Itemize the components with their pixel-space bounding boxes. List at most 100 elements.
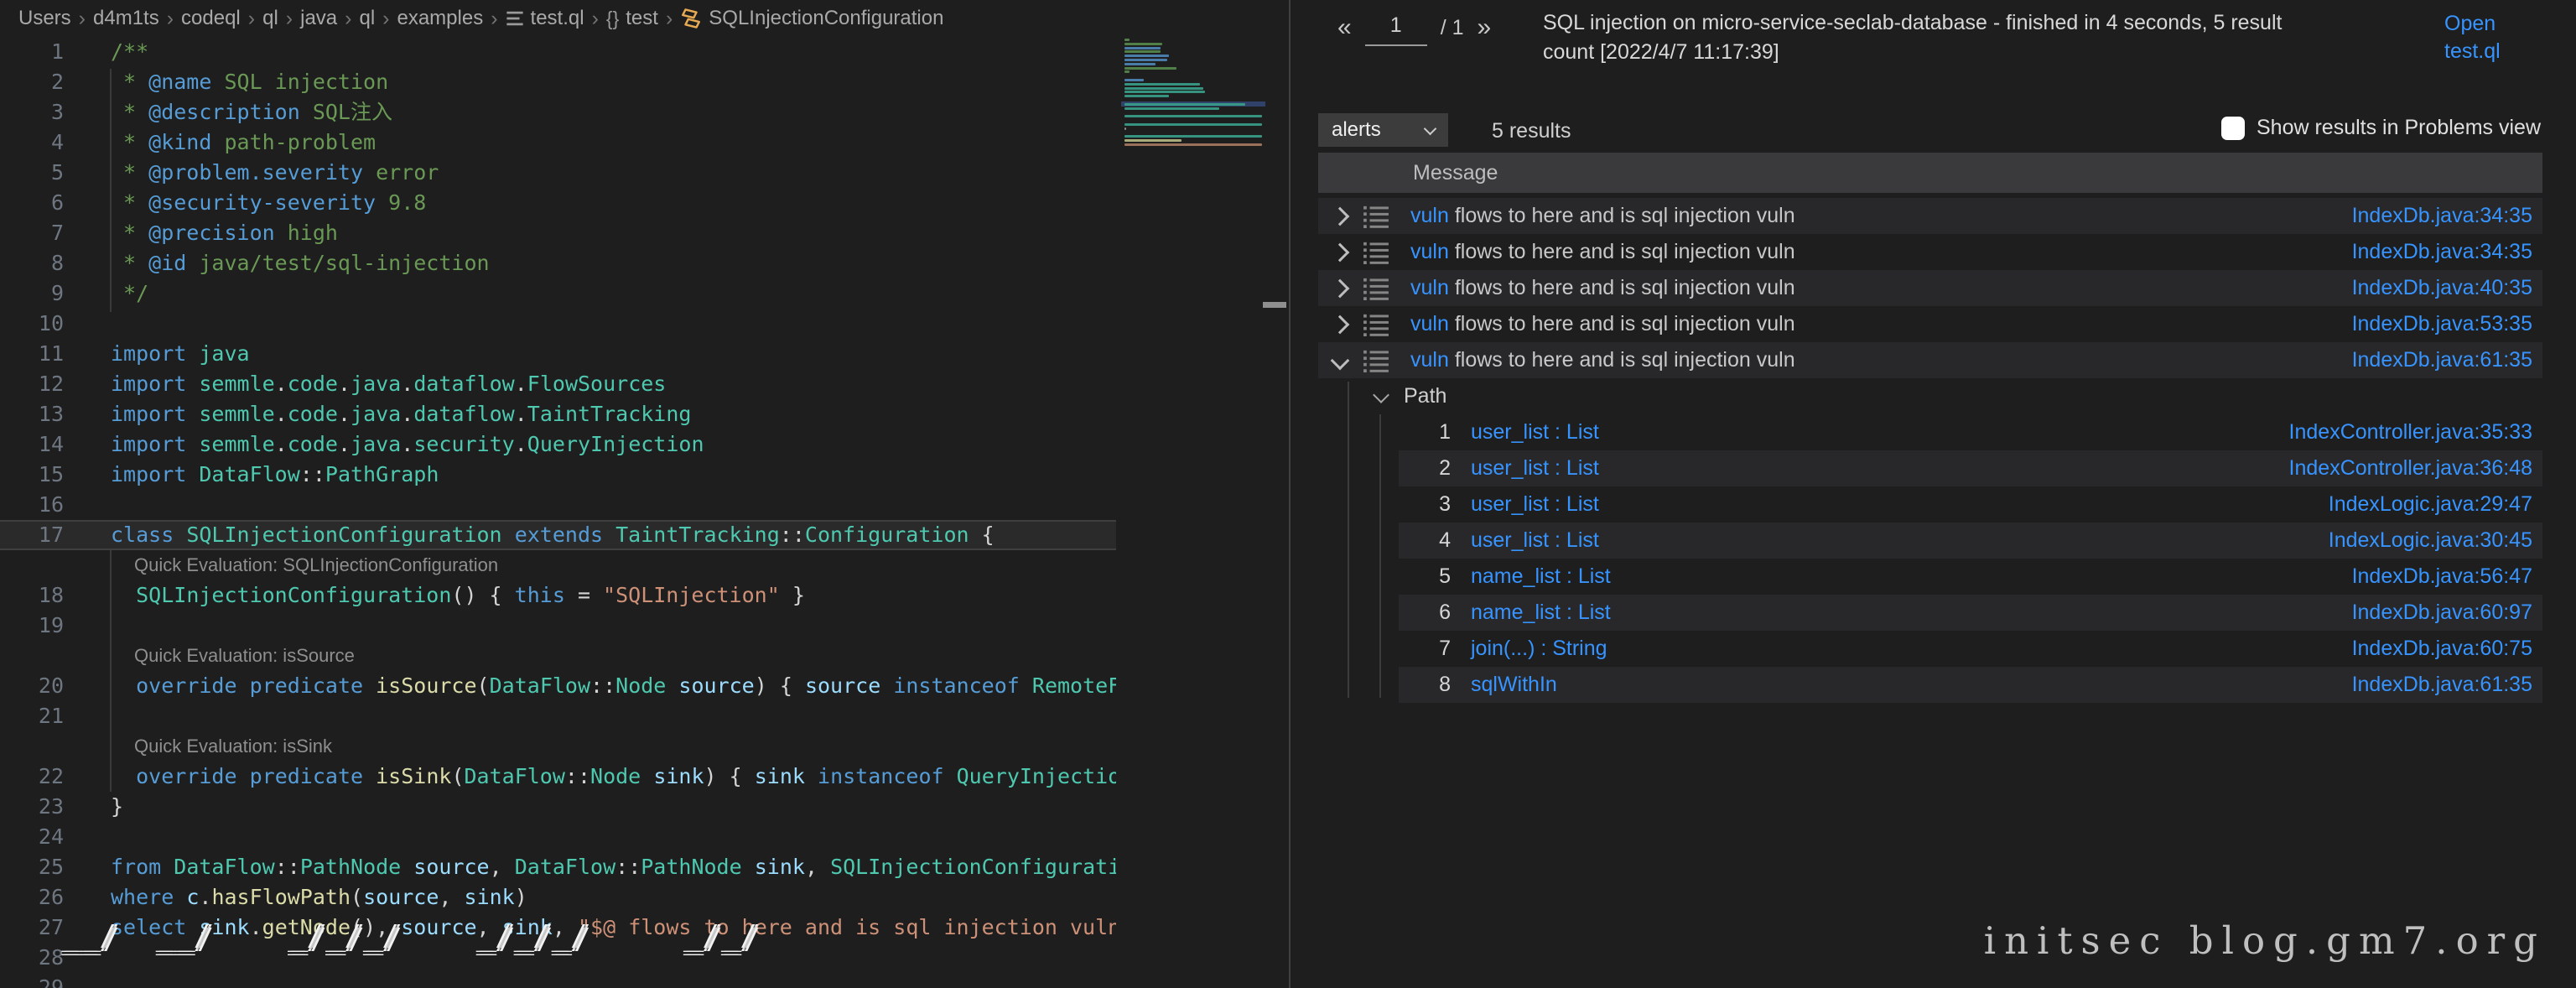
chevron-right-icon[interactable] (1328, 282, 1352, 295)
file-location-link[interactable]: IndexDb.java:34:35 (2352, 204, 2532, 228)
file-location-link[interactable]: IndexDb.java:61:35 (2352, 348, 2532, 372)
code-line-3[interactable]: 3 * @description SQL注入 (0, 97, 1116, 127)
code-line-16[interactable]: 16 (0, 490, 1116, 520)
quick-evaluation-lens[interactable]: Quick Evaluation: isSink (0, 731, 1116, 762)
step-text[interactable]: user_list : List (1471, 528, 1599, 553)
code-line-21[interactable]: 21 (0, 701, 1116, 731)
minimap[interactable] (1121, 37, 1265, 988)
code-line-27[interactable]: 27select sink.getNode(), source, sink, "… (0, 913, 1116, 943)
step-text[interactable]: user_list : List (1471, 420, 1599, 445)
path-step-row[interactable]: 3user_list : ListIndexLogic.java:29:47 (1399, 486, 2542, 523)
alert-row[interactable]: vuln flows to here and is sql injection … (1318, 342, 2542, 378)
quick-evaluation-lens[interactable]: Quick Evaluation: isSource (0, 641, 1116, 671)
step-text[interactable]: user_list : List (1471, 456, 1599, 481)
code-line-13[interactable]: 13import semmle.code.java.dataflow.Taint… (0, 399, 1116, 429)
breadcrumb-item-ql[interactable]: ql (262, 7, 278, 30)
code-text: import semmle.code.java.dataflow.TaintTr… (111, 399, 691, 429)
file-location-link[interactable]: IndexDb.java:40:35 (2352, 276, 2532, 300)
problems-view-checkbox[interactable] (2221, 117, 2245, 140)
step-location-link[interactable]: IndexDb.java:60:97 (2352, 601, 2532, 625)
step-text[interactable]: name_list : List (1471, 601, 1611, 625)
code-line-24[interactable]: 24 (0, 822, 1116, 852)
code-line-7[interactable]: 7 * @precision high (0, 218, 1116, 248)
breadcrumb-item-java[interactable]: java (300, 7, 337, 30)
breadcrumb-separator: › (345, 7, 351, 31)
alert-message: vuln flows to here and is sql injection … (1410, 240, 1795, 264)
step-location-link[interactable]: IndexDb.java:61:35 (2352, 673, 2532, 697)
step-text[interactable]: name_list : List (1471, 564, 1611, 589)
step-text[interactable]: sqlWithIn (1471, 673, 1557, 697)
code-text: * @precision high (111, 218, 338, 248)
alert-row[interactable]: vuln flows to here and is sql injection … (1318, 306, 2542, 342)
code-line-17[interactable]: 17class SQLInjectionConfiguration extend… (0, 520, 1116, 550)
code-line-20[interactable]: 20 override predicate isSource(DataFlow:… (0, 671, 1116, 701)
first-page-button[interactable]: « (1337, 13, 1352, 42)
code-line-12[interactable]: 12import semmle.code.java.dataflow.FlowS… (0, 369, 1116, 399)
step-text[interactable]: join(...) : String (1471, 637, 1607, 661)
quick-evaluation-lens[interactable]: Quick Evaluation: SQLInjectionConfigurat… (0, 550, 1116, 580)
code-line-4[interactable]: 4 * @kind path-problem (0, 127, 1116, 158)
file-location-link[interactable]: IndexDb.java:34:35 (2352, 240, 2532, 264)
path-step-row[interactable]: 7join(...) : StringIndexDb.java:60:75 (1399, 631, 2542, 667)
last-page-button[interactable]: » (1477, 13, 1491, 42)
code-line-29[interactable]: 29 (0, 973, 1116, 988)
code-line-11[interactable]: 11import java (0, 339, 1116, 369)
breadcrumb-item-users[interactable]: Users (18, 7, 71, 30)
code-line-1[interactable]: 1/** (0, 37, 1116, 67)
chevron-down-icon[interactable] (1328, 354, 1352, 367)
breadcrumb-item-codeql[interactable]: codeql (181, 7, 241, 30)
breadcrumb-item-ql[interactable]: ql (359, 7, 375, 30)
chevron-right-icon[interactable] (1328, 210, 1352, 223)
code-line-18[interactable]: 18 SQLInjectionConfiguration() { this = … (0, 580, 1116, 611)
breadcrumb-item-sqlinjectionconfiguration[interactable]: SQLInjectionConfiguration (680, 7, 943, 30)
code-line-8[interactable]: 8 * @id java/test/sql-injection (0, 248, 1116, 278)
code-line-9[interactable]: 9 */ (0, 278, 1116, 309)
step-location-link[interactable]: IndexDb.java:60:75 (2352, 637, 2532, 661)
path-step-row[interactable]: 8sqlWithInIndexDb.java:61:35 (1399, 667, 2542, 703)
step-location-link[interactable]: IndexController.java:36:48 (2289, 456, 2532, 481)
step-text[interactable]: user_list : List (1471, 492, 1599, 517)
code-text: * @name SQL injection (111, 67, 388, 97)
breadcrumb-item-d4m1ts[interactable]: d4m1ts (93, 7, 159, 30)
scrollbar-thumb[interactable] (1263, 302, 1286, 308)
step-location-link[interactable]: IndexLogic.java:29:47 (2329, 492, 2532, 517)
breadcrumb-item-test.ql[interactable]: test.ql (506, 7, 584, 30)
page-number-input[interactable] (1365, 13, 1427, 46)
breadcrumb-label: examples (397, 7, 483, 30)
code-area[interactable]: 1/**2 * @name SQL injection3 * @descript… (0, 37, 1116, 988)
code-line-22[interactable]: 22 override predicate isSink(DataFlow::N… (0, 762, 1116, 792)
code-line-6[interactable]: 6 * @security-severity 9.8 (0, 188, 1116, 218)
code-line-15[interactable]: 15import DataFlow::PathGraph (0, 460, 1116, 490)
alert-row[interactable]: vuln flows to here and is sql injection … (1318, 234, 2542, 270)
code-line-26[interactable]: 26where c.hasFlowPath(source, sink) (0, 882, 1116, 913)
path-step-row[interactable]: 6name_list : ListIndexDb.java:60:97 (1399, 595, 2542, 631)
line-number: 22 (0, 762, 64, 792)
code-line-10[interactable]: 10 (0, 309, 1116, 339)
problems-view-toggle[interactable]: Show results in Problems view (2221, 116, 2541, 140)
breadcrumb-item-test[interactable]: {}test (606, 7, 658, 30)
step-location-link[interactable]: IndexController.java:35:33 (2289, 420, 2532, 445)
code-line-2[interactable]: 2 * @name SQL injection (0, 67, 1116, 97)
path-section-header[interactable]: Path (1318, 378, 2542, 414)
path-step-row[interactable]: 2user_list : ListIndexController.java:36… (1399, 450, 2542, 486)
path-step-row[interactable]: 5name_list : ListIndexDb.java:56:47 (1399, 559, 2542, 595)
code-line-23[interactable]: 23} (0, 792, 1116, 822)
open-query-link[interactable]: Open test.ql (2444, 10, 2545, 65)
file-location-link[interactable]: IndexDb.java:53:35 (2352, 312, 2532, 336)
step-location-link[interactable]: IndexDb.java:56:47 (2352, 564, 2532, 589)
path-step-row[interactable]: 4user_list : ListIndexLogic.java:30:45 (1399, 523, 2542, 559)
alert-row[interactable]: vuln flows to here and is sql injection … (1318, 198, 2542, 234)
alert-row[interactable]: vuln flows to here and is sql injection … (1318, 270, 2542, 306)
breadcrumb[interactable]: Users›d4m1ts›codeql›ql›java›ql›examples›… (18, 0, 943, 37)
code-line-28[interactable]: 28 (0, 943, 1116, 973)
code-line-14[interactable]: 14import semmle.code.java.security.Query… (0, 429, 1116, 460)
results-view-select[interactable]: alerts (1318, 113, 1448, 147)
breadcrumb-item-examples[interactable]: examples (397, 7, 483, 30)
code-line-25[interactable]: 25from DataFlow::PathNode source, DataFl… (0, 852, 1116, 882)
chevron-right-icon[interactable] (1328, 318, 1352, 331)
code-line-5[interactable]: 5 * @problem.severity error (0, 158, 1116, 188)
path-step-row[interactable]: 1user_list : ListIndexController.java:35… (1399, 414, 2542, 450)
code-line-19[interactable]: 19 (0, 611, 1116, 641)
step-location-link[interactable]: IndexLogic.java:30:45 (2329, 528, 2532, 553)
chevron-right-icon[interactable] (1328, 246, 1352, 259)
